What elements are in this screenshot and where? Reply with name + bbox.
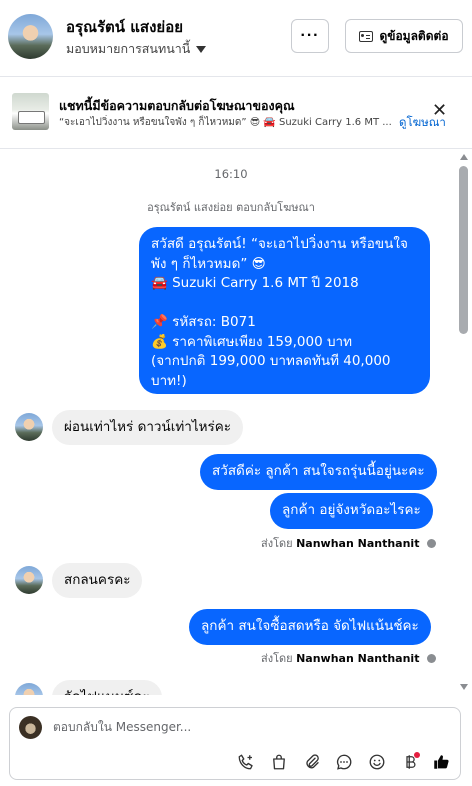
sender-avatar[interactable] (15, 683, 43, 695)
caret-down-icon (196, 45, 207, 53)
ad-reply-line: (จากปกติ 199,000 บาทลดทันที 40,000 บาท!) (151, 353, 395, 389)
ad-reply-line: 💰 ราคาพิเศษเพียง 159,000 บาท (151, 333, 352, 350)
more-options-button[interactable]: ··· (291, 19, 329, 53)
paperclip-icon (306, 754, 319, 769)
sender-avatar[interactable] (15, 413, 43, 441)
sent-by-name: Nanwhan Nanthanit (296, 537, 420, 550)
banner-divider (0, 148, 472, 149)
outgoing-message[interactable]: สวัสดีค่ะ ลูกค้า สนใจรถรุ่นนี้อยู่นะคะ (200, 454, 437, 490)
thumbs-up-icon (434, 755, 449, 769)
contact-card-icon (359, 30, 374, 42)
ad-reply-notice: อรุณรัตน์ แสงย่อย ตอบกลับโฆษณา (147, 201, 315, 214)
page-avatar (19, 716, 42, 739)
sent-by-prefix: ส่งโดย (261, 537, 293, 550)
ad-reply-line: 📌 รหัสรถ: B071 (151, 314, 256, 330)
scroll-thumb[interactable] (459, 166, 468, 334)
info-icon[interactable] (426, 654, 436, 663)
incoming-message[interactable]: จัดไฟแนนซ์คะ (52, 680, 162, 695)
message-thread[interactable]: 16:10 อรุณรัตน์ แสงย่อย ตอบกลับโฆษณา สวั… (0, 150, 472, 695)
like-tool[interactable] (431, 752, 451, 772)
ad-reply-message[interactable]: สวัสดี อรุณรัตน์! “จะเอาไปวิ่งงาน หรือขน… (139, 227, 430, 394)
close-icon[interactable]: ✕ (432, 102, 447, 120)
notification-dot (414, 752, 420, 758)
sender-avatar[interactable] (15, 566, 43, 594)
message-timestamp: 16:10 (214, 167, 248, 181)
ad-reply-line: สวัสดี อรุณรัตน์! “จะเอาไปวิ่งงาน หรือขน… (151, 236, 408, 272)
assign-conversation-dropdown[interactable]: มอบหมายการสนทนานี้ (66, 39, 207, 59)
assign-conversation-label: มอบหมายการสนทนานี้ (66, 41, 191, 56)
shopping-bag-icon (273, 754, 285, 770)
chat-bubble-icon (336, 754, 352, 770)
message-composer (9, 707, 461, 780)
reply-input[interactable] (53, 720, 433, 734)
sent-by-name: Nanwhan Nanthanit (296, 652, 420, 665)
ad-thumbnail[interactable] (12, 93, 49, 130)
phone-plus-icon (238, 754, 253, 770)
banner-ad-text: “จะเอาไปวิ่งงาน หรือขนใจพัง ๆ ก็ไหวหมด” … (59, 117, 392, 128)
ad-reply-line (151, 294, 418, 314)
sent-by-label: ส่งโดย Nanwhan Nanthanit (261, 534, 436, 552)
outgoing-message[interactable]: ลูกค้า สนใจซื้อสดหรือ จัดไฟแน้นช์คะ (189, 609, 431, 645)
saved-replies-tool[interactable] (334, 752, 354, 772)
shop-tool[interactable] (269, 752, 289, 772)
emoji-icon (369, 754, 385, 770)
ad-reply-line: 🚘 Suzuki Carry 1.6 MT ปี 2018 (151, 275, 359, 291)
attach-tool[interactable] (302, 752, 322, 772)
view-contact-button[interactable]: ดูข้อมูลติดต่อ (345, 19, 463, 53)
scroll-down-arrow-icon[interactable] (460, 684, 468, 690)
banner-title: แชทนี้มีข้อความตอบกลับต่อโฆษณาของคุณ (59, 98, 295, 113)
chat-scrollbar[interactable] (459, 150, 469, 695)
contact-avatar[interactable] (8, 14, 53, 59)
conversation-header: อรุณรัตน์ แสงย่อย มอบหมายการสนทนานี้ ···… (0, 0, 472, 76)
incoming-message[interactable]: สกลนครคะ (52, 563, 143, 598)
view-contact-label: ดูข้อมูลติดต่อ (379, 28, 449, 43)
call-tool[interactable] (236, 752, 256, 772)
info-icon[interactable] (426, 539, 436, 548)
sent-by-prefix: ส่งโดย (261, 652, 293, 665)
sent-by-label: ส่งโดย Nanwhan Nanthanit (261, 649, 436, 667)
payment-tool[interactable] (400, 752, 420, 772)
contact-name[interactable]: อรุณรัตน์ แสงย่อย (66, 15, 183, 39)
scroll-up-arrow-icon[interactable] (460, 154, 468, 160)
emoji-tool[interactable] (367, 752, 387, 772)
incoming-message[interactable]: ผ่อนเท่าไหร่ ดาวน์เท่าไหร่คะ (52, 410, 244, 445)
ad-reply-banner: แชทนี้มีข้อความตอบกลับต่อโฆษณาของคุณ “จะ… (0, 77, 472, 147)
outgoing-message[interactable]: ลูกค้า อยู่จังหวัดอะไรคะ (270, 493, 433, 529)
